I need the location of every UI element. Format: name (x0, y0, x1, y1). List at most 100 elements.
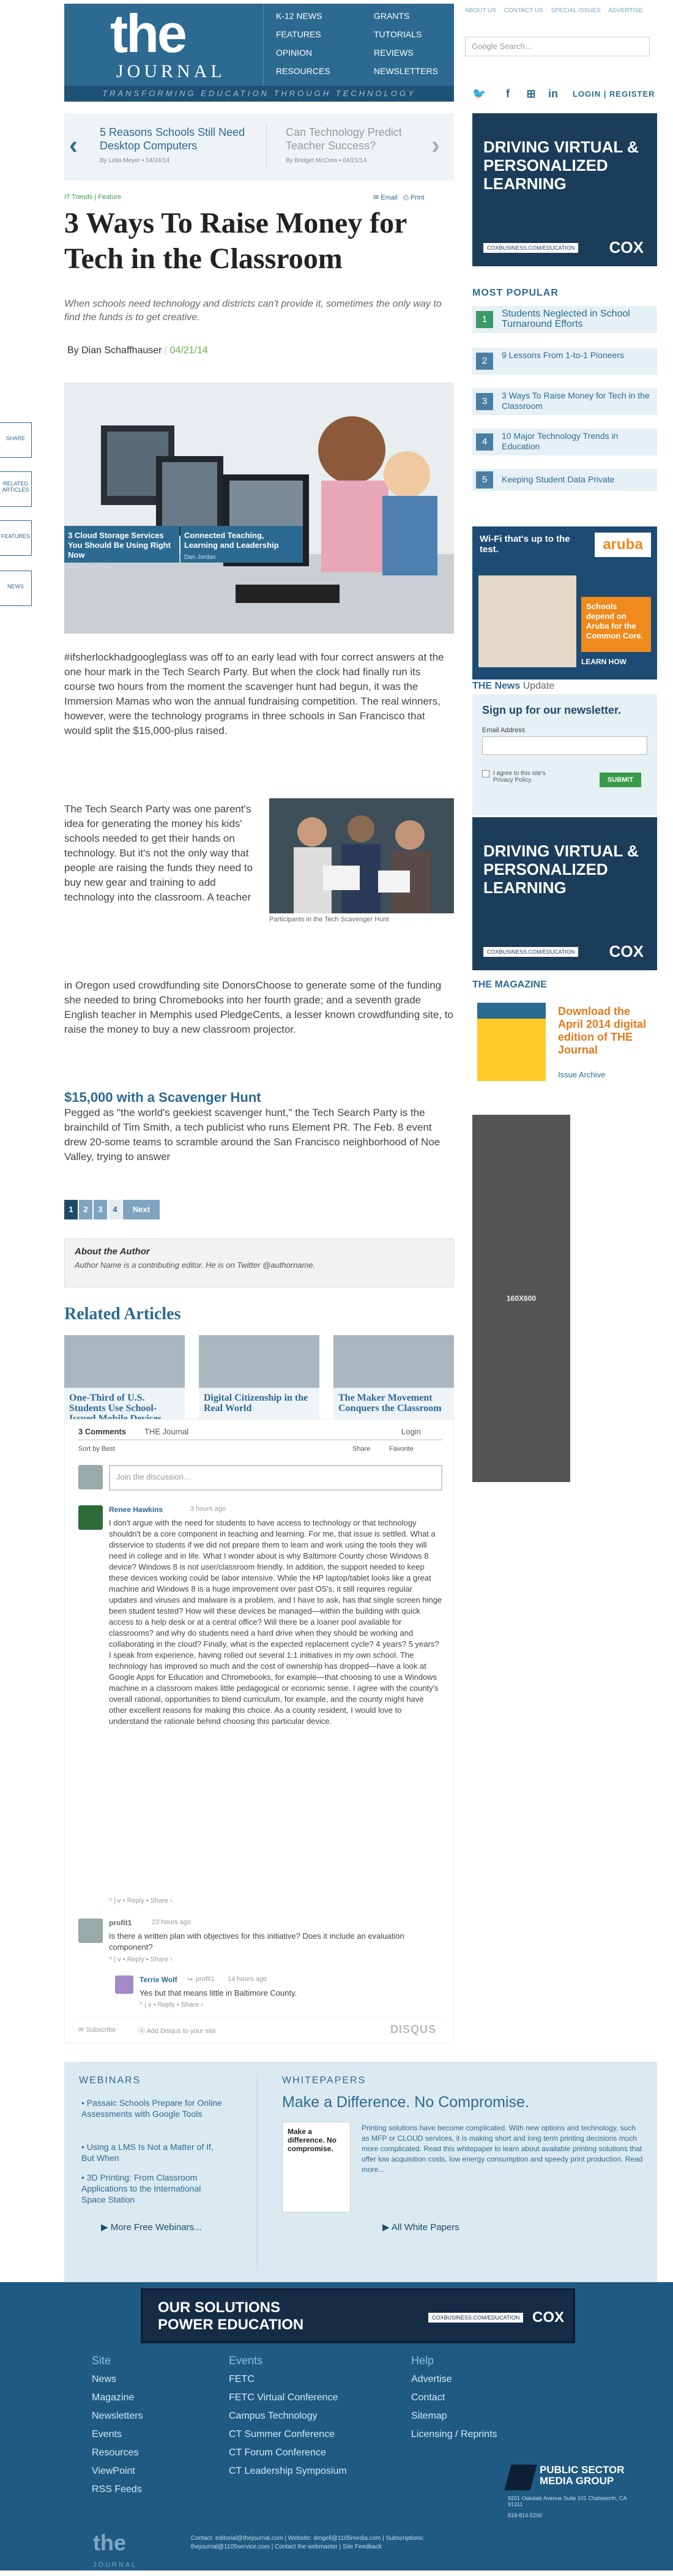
cox-ad-top[interactable]: DRIVING VIRTUAL & PERSONALIZED LEARNING … (472, 113, 657, 266)
popular-item[interactable]: 5 Keeping Student Data Private (472, 469, 657, 491)
chevron-left-icon[interactable]: ‹ (69, 130, 78, 160)
chevron-right-icon[interactable]: › (431, 130, 440, 160)
footer-link[interactable]: Magazine (92, 2392, 134, 2403)
hero-caption-cloud-storage[interactable]: 3 Cloud Storage Services You Should Be U… (64, 526, 179, 571)
magazine-download-link[interactable]: Download the April 2014 digital edition … (558, 1005, 656, 1057)
tab-comments[interactable]: 3 Comments (78, 1427, 126, 1436)
related-articles-side-button[interactable]: RELATED ARTICLES (0, 471, 32, 507)
popular-item[interactable]: 1 Students Neglected in School Turnaround… (472, 306, 657, 333)
sort-dropdown[interactable]: Sort by Best (78, 1445, 115, 1453)
related-article-card[interactable]: Digital Citizenship in the Real World (199, 1335, 319, 1432)
footer-link[interactable]: CT Leadership Symposium (229, 2466, 347, 2477)
popular-link[interactable]: 10 Major Technology Trends in Education (502, 431, 655, 452)
skyscraper-ad[interactable]: 160X600 (472, 1115, 570, 1482)
rss-icon[interactable]: ⊞ (525, 88, 537, 100)
footer-link[interactable]: Campus Technology (229, 2411, 318, 2422)
comment-input[interactable]: Join the discussion… (109, 1465, 442, 1491)
disqus-login[interactable]: Login (401, 1427, 421, 1436)
popular-item[interactable]: 33 Ways To Raise Money for Tech in the C… (472, 388, 657, 415)
magazine-cover[interactable] (477, 1003, 546, 1081)
nav-reviews[interactable]: REVIEWS (374, 48, 414, 58)
next-article-link[interactable]: Can Technology Predict Teacher Success? (286, 125, 420, 152)
more-webinars-link[interactable]: ▶ More Free Webinars... (101, 2222, 202, 2233)
util-contact[interactable]: CONTACT US (504, 7, 543, 14)
submit-button[interactable]: SUBMIT (600, 773, 641, 787)
agree-checkbox[interactable] (482, 770, 489, 777)
popular-link[interactable]: Students Neglected in School Turnaround … (502, 309, 655, 329)
whitepaper-title[interactable]: Make a Difference. No Compromise. (282, 2094, 529, 2111)
print-link[interactable]: Print (411, 194, 425, 201)
util-special-issues[interactable]: SPECIAL ISSUES (551, 7, 601, 14)
nav-grants[interactable]: GRANTS (374, 11, 409, 21)
next-page-button[interactable]: Next (123, 1200, 160, 1219)
tab-site[interactable]: THE Journal (144, 1427, 188, 1436)
whitepaper-thumb[interactable]: Make a difference. No compromise. (282, 2122, 351, 2212)
nav-newsletters[interactable]: NEWSLETTERS (374, 66, 438, 76)
cox-ad-bottom[interactable]: DRIVING VIRTUAL & PERSONALIZED LEARNING … (472, 817, 657, 970)
linkedin-icon[interactable]: in (547, 88, 559, 100)
comment-time[interactable]: 14 hours ago (228, 1975, 267, 1983)
footer-link[interactable]: Advertise (411, 2374, 452, 2385)
footer-link[interactable]: Sitemap (411, 2411, 447, 2422)
email-field[interactable] (482, 736, 647, 755)
add-disqus-link[interactable]: ⓓ Add Disqus to your site (138, 2026, 216, 2035)
footer-link[interactable]: CT Forum Conference (229, 2447, 326, 2458)
popular-item[interactable]: 4 10 Major Technology Trends in Education (472, 429, 657, 455)
nav-opinion[interactable]: OPINION (276, 48, 312, 58)
footer-link[interactable]: CT Summer Conference (229, 2429, 335, 2440)
nav-resources[interactable]: RESOURCES (276, 66, 330, 76)
page-2-button[interactable]: 2 (79, 1200, 92, 1219)
issue-archive-link[interactable]: Issue Archive (558, 1070, 605, 1079)
twitter-icon[interactable]: 🐦 (472, 88, 486, 100)
popular-link[interactable]: 9 Lessons From 1-to-1 Pioneers (502, 350, 655, 361)
psmg-brand[interactable]: PUBLIC SECTOR MEDIA GROUP (540, 2465, 631, 2487)
hero-caption-connected-teaching[interactable]: Connected Teaching, Learning and Leaders… (180, 526, 303, 563)
footer-link[interactable]: Newsletters (92, 2411, 143, 2422)
avatar[interactable] (78, 1919, 103, 1943)
util-advertise[interactable]: ADVERTISE (608, 7, 643, 14)
popular-link[interactable]: 3 Ways To Raise Money for Tech in the Cl… (502, 391, 655, 411)
util-about[interactable]: ABOUT US (465, 7, 496, 14)
webinar-item[interactable]: • Passaic Schools Prepare for Online Ass… (81, 2097, 222, 2119)
comment-actions[interactable]: ^ | v • Reply • Share › (109, 1897, 173, 1904)
print-icon[interactable]: ⎙ (403, 194, 411, 201)
related-article-card[interactable]: The Maker Movement Conquers the Classroo… (333, 1335, 454, 1432)
news-side-button[interactable]: NEWS (0, 571, 32, 606)
disqus-logo[interactable]: DISQUS (390, 2023, 436, 2036)
email-link[interactable]: Email (381, 194, 398, 201)
nav-features[interactable]: FEATURES (276, 29, 321, 39)
page-3-button[interactable]: 3 (94, 1200, 107, 1219)
footer-link[interactable]: Events (92, 2429, 122, 2440)
all-whitepapers-link[interactable]: ▶ All White Papers (382, 2222, 459, 2233)
aruba-ad[interactable]: Wi-Fi that's up to the test. aruba Schoo… (472, 526, 657, 680)
page-4-button[interactable]: 4 (108, 1200, 122, 1219)
nav-k12-news[interactable]: K-12 NEWS (276, 11, 322, 21)
login-register-link[interactable]: LOGIN | REGISTER (573, 89, 655, 99)
popular-item[interactable]: 29 Lessons From 1-to-1 Pioneers (472, 348, 657, 375)
author-link[interactable]: Dian Schaffhauser (81, 345, 162, 356)
footer-banner-ad[interactable]: OUR SOLUTIONS POWER EDUCATION COXBUSINES… (141, 2288, 575, 2343)
footer-link[interactable]: Licensing / Reprints (411, 2429, 497, 2440)
comment-author[interactable]: Renee Hawkins (109, 1505, 163, 1514)
comment-time[interactable]: 23 hours ago (152, 1919, 191, 1926)
footer-link[interactable]: Resources (92, 2447, 138, 2458)
search-input[interactable]: Google Search... (465, 37, 650, 56)
aruba-cta[interactable]: LEARN HOW (581, 657, 627, 666)
email-icon[interactable]: ✉ (373, 194, 381, 201)
comment-author[interactable]: profit1 (109, 1919, 132, 1927)
footer-logo[interactable]: the JOURNAL (93, 2532, 137, 2576)
footer-link[interactable]: Contact (411, 2392, 445, 2403)
comment-actions[interactable]: ^ | v • Reply • Share › (109, 1956, 173, 1963)
footer-link[interactable]: News (92, 2374, 116, 2385)
comment-actions[interactable]: ^ | v • Reply • Share › (139, 2001, 203, 2009)
features-side-button[interactable]: FEATURES (0, 520, 32, 556)
prev-article-link[interactable]: 5 Reasons Schools Still Need Desktop Com… (100, 125, 253, 152)
webinar-item[interactable]: • 3D Printing: From Classroom Applicatio… (81, 2172, 222, 2205)
subscribe-link[interactable]: ✉ Subscribe (78, 2026, 116, 2034)
page-1-button[interactable]: 1 (64, 1200, 78, 1219)
webinar-item[interactable]: • Using a LMS Is Not a Matter of If, But… (81, 2141, 222, 2163)
favorite-button[interactable]: Favorite (389, 1445, 414, 1453)
share-side-button[interactable]: SHARE (0, 422, 32, 458)
popular-link[interactable]: Keeping Student Data Private (502, 474, 655, 485)
share-button[interactable]: Share (352, 1445, 370, 1453)
